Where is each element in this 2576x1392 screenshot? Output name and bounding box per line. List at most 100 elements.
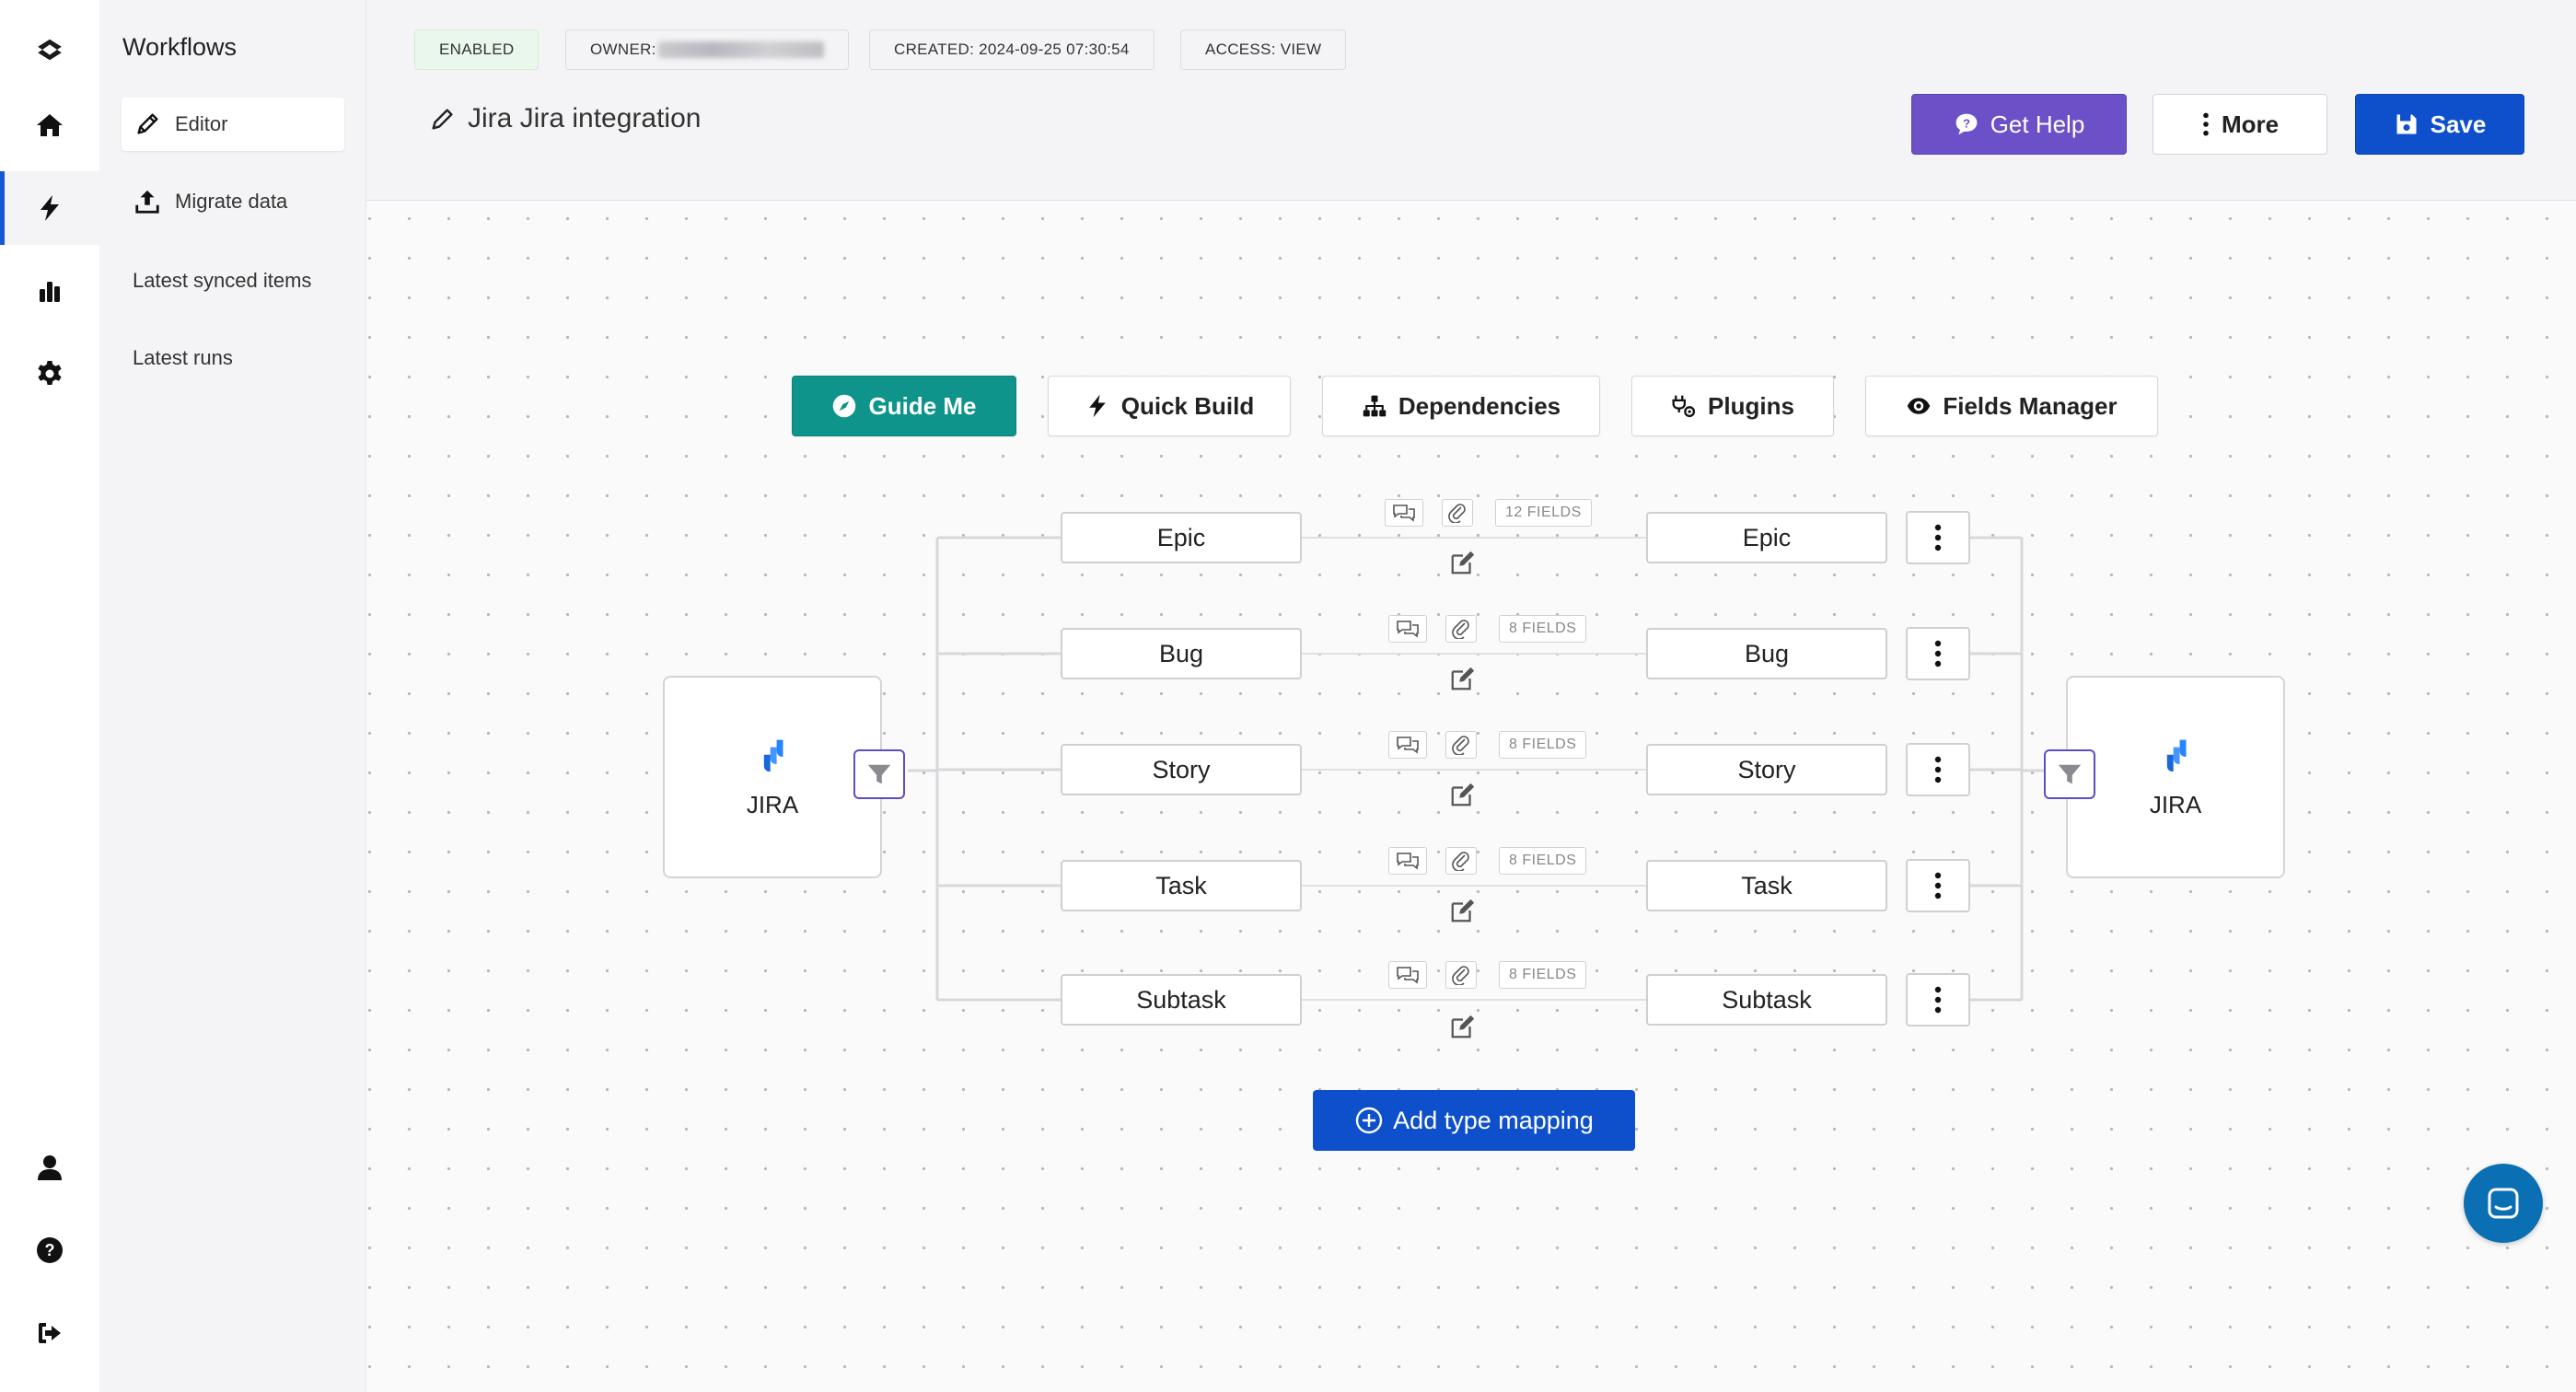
compass-icon — [833, 394, 856, 418]
fields-count[interactable]: 8 FIELDS — [1499, 961, 1587, 989]
edit-mapping-icon[interactable] — [1447, 1011, 1479, 1042]
gear-icon[interactable] — [0, 337, 99, 411]
paperclip-icon — [1452, 852, 1469, 871]
attachments-toggle[interactable] — [1445, 961, 1477, 989]
source-type-bug[interactable]: Bug — [1061, 628, 1302, 679]
attachments-toggle[interactable] — [1445, 615, 1477, 643]
home-icon[interactable] — [0, 88, 99, 162]
bolt-icon[interactable] — [0, 171, 99, 245]
chat-launcher-button[interactable] — [2464, 1164, 2543, 1243]
attachments-toggle[interactable] — [1445, 731, 1477, 759]
kebab-icon — [1934, 524, 1942, 551]
user-icon[interactable] — [0, 1131, 99, 1204]
sidebar-item-latest-synced-items[interactable]: Latest synced items — [122, 254, 344, 307]
comments-toggle[interactable] — [1385, 499, 1423, 527]
target-filter-button[interactable] — [2044, 749, 2095, 799]
mapping-options-button[interactable] — [1906, 627, 1970, 680]
sidebar-item-editor[interactable]: Editor — [122, 98, 344, 151]
target-type-subtask[interactable]: Subtask — [1646, 974, 1887, 1026]
comments-toggle[interactable] — [1388, 731, 1427, 759]
kebab-icon — [1934, 640, 1942, 667]
dependencies-button[interactable]: Dependencies — [1322, 376, 1600, 436]
pencil-icon — [432, 109, 453, 130]
plug-gear-icon — [1672, 395, 1696, 418]
paperclip-icon — [1448, 504, 1466, 523]
workflow-title[interactable]: Jira Jira integration — [429, 103, 701, 134]
comments-icon — [1397, 621, 1419, 638]
sidebar-item-migrate-data[interactable]: Migrate data — [122, 175, 344, 228]
source-system-node[interactable]: JIRA — [663, 676, 882, 878]
save-button[interactable]: Save — [2355, 94, 2524, 155]
source-system-label: JIRA — [746, 790, 799, 818]
mapping-options-button[interactable] — [1906, 511, 1970, 564]
plus-circle-icon — [1355, 1107, 1383, 1134]
plugins-button[interactable]: Plugins — [1631, 376, 1834, 436]
sidebar-item-label: Latest runs — [133, 346, 233, 369]
mapping-options-button[interactable] — [1906, 973, 1970, 1027]
comments-toggle[interactable] — [1388, 615, 1427, 643]
edit-mapping-icon[interactable] — [1447, 779, 1479, 810]
sidebar-item-label: Migrate data — [175, 190, 288, 213]
eye-icon — [1908, 398, 1931, 414]
filter-icon — [867, 764, 891, 784]
fields-count[interactable]: 8 FIELDS — [1499, 615, 1587, 643]
mapping-options-button[interactable] — [1906, 859, 1970, 912]
source-type-task[interactable]: Task — [1061, 860, 1302, 911]
target-type-bug[interactable]: Bug — [1646, 628, 1887, 679]
comments-icon — [1397, 853, 1419, 870]
fields-count[interactable]: 8 FIELDS — [1499, 847, 1587, 875]
owner-redacted — [657, 41, 824, 58]
sidebar-item-latest-runs[interactable]: Latest runs — [122, 331, 344, 385]
owner-chip: OWNER: — [565, 29, 849, 70]
workflow-title-text: Jira Jira integration — [468, 103, 702, 133]
source-filter-button[interactable] — [853, 749, 905, 799]
created-chip: CREATED: 2024-09-25 07:30:54 — [869, 29, 1155, 70]
source-type-epic[interactable]: Epic — [1061, 512, 1302, 563]
quick-build-button[interactable]: Quick Build — [1048, 376, 1291, 436]
status-badge: ENABLED — [414, 29, 540, 70]
workflow-sidebar: Workflows Editor Migrate data Latest syn… — [99, 0, 366, 1392]
attachments-toggle[interactable] — [1445, 847, 1477, 875]
comments-toggle[interactable] — [1388, 847, 1427, 875]
edit-mapping-icon[interactable] — [1447, 895, 1479, 926]
source-type-subtask[interactable]: Subtask — [1061, 974, 1302, 1026]
edit-mapping-icon[interactable] — [1447, 663, 1479, 694]
sitemap-icon — [1363, 395, 1387, 417]
floppy-icon — [2396, 114, 2417, 134]
logo-icon[interactable] — [0, 13, 99, 87]
target-type-task[interactable]: Task — [1646, 860, 1887, 911]
source-type-story[interactable]: Story — [1061, 744, 1302, 795]
fields-count[interactable]: 12 FIELDS — [1495, 499, 1592, 527]
chart-icon[interactable] — [0, 254, 99, 328]
pencil-icon — [133, 110, 162, 139]
svg-text:?: ? — [45, 1241, 55, 1259]
paperclip-icon — [1452, 966, 1469, 985]
kebab-icon — [1934, 986, 1942, 1014]
fields-manager-button[interactable]: Fields Manager — [1865, 376, 2158, 436]
target-type-story[interactable]: Story — [1646, 744, 1887, 795]
kebab-icon — [2203, 112, 2209, 136]
access-chip: ACCESS: VIEW — [1180, 29, 1347, 70]
help-icon[interactable]: ? — [0, 1213, 99, 1287]
guide-me-button[interactable]: Guide Me — [792, 376, 1016, 436]
more-button[interactable]: More — [2152, 94, 2327, 155]
target-system-node[interactable]: JIRA — [2066, 676, 2285, 878]
fields-count[interactable]: 8 FIELDS — [1499, 731, 1587, 759]
bolt-icon — [1089, 394, 1106, 418]
target-type-epic[interactable]: Epic — [1646, 512, 1887, 563]
comments-toggle[interactable] — [1388, 961, 1427, 989]
get-help-button[interactable]: ? Get Help — [1911, 94, 2127, 155]
kebab-icon — [1934, 872, 1942, 899]
paperclip-icon — [1452, 620, 1469, 639]
edit-mapping-icon[interactable] — [1447, 547, 1479, 578]
logout-icon[interactable] — [0, 1296, 99, 1370]
workflow-header: ENABLED OWNER: CREATED: 2024-09-25 07:30… — [366, 0, 2576, 201]
comments-icon — [1397, 737, 1419, 754]
mapping-options-button[interactable] — [1906, 743, 1970, 796]
add-type-mapping-button[interactable]: Add type mapping — [1313, 1090, 1635, 1151]
sidebar-item-label: Latest synced items — [133, 269, 312, 292]
attachments-toggle[interactable] — [1442, 499, 1473, 527]
svg-text:?: ? — [1963, 117, 1970, 131]
kebab-icon — [1934, 756, 1942, 783]
sidebar-title: Workflows — [122, 33, 238, 61]
